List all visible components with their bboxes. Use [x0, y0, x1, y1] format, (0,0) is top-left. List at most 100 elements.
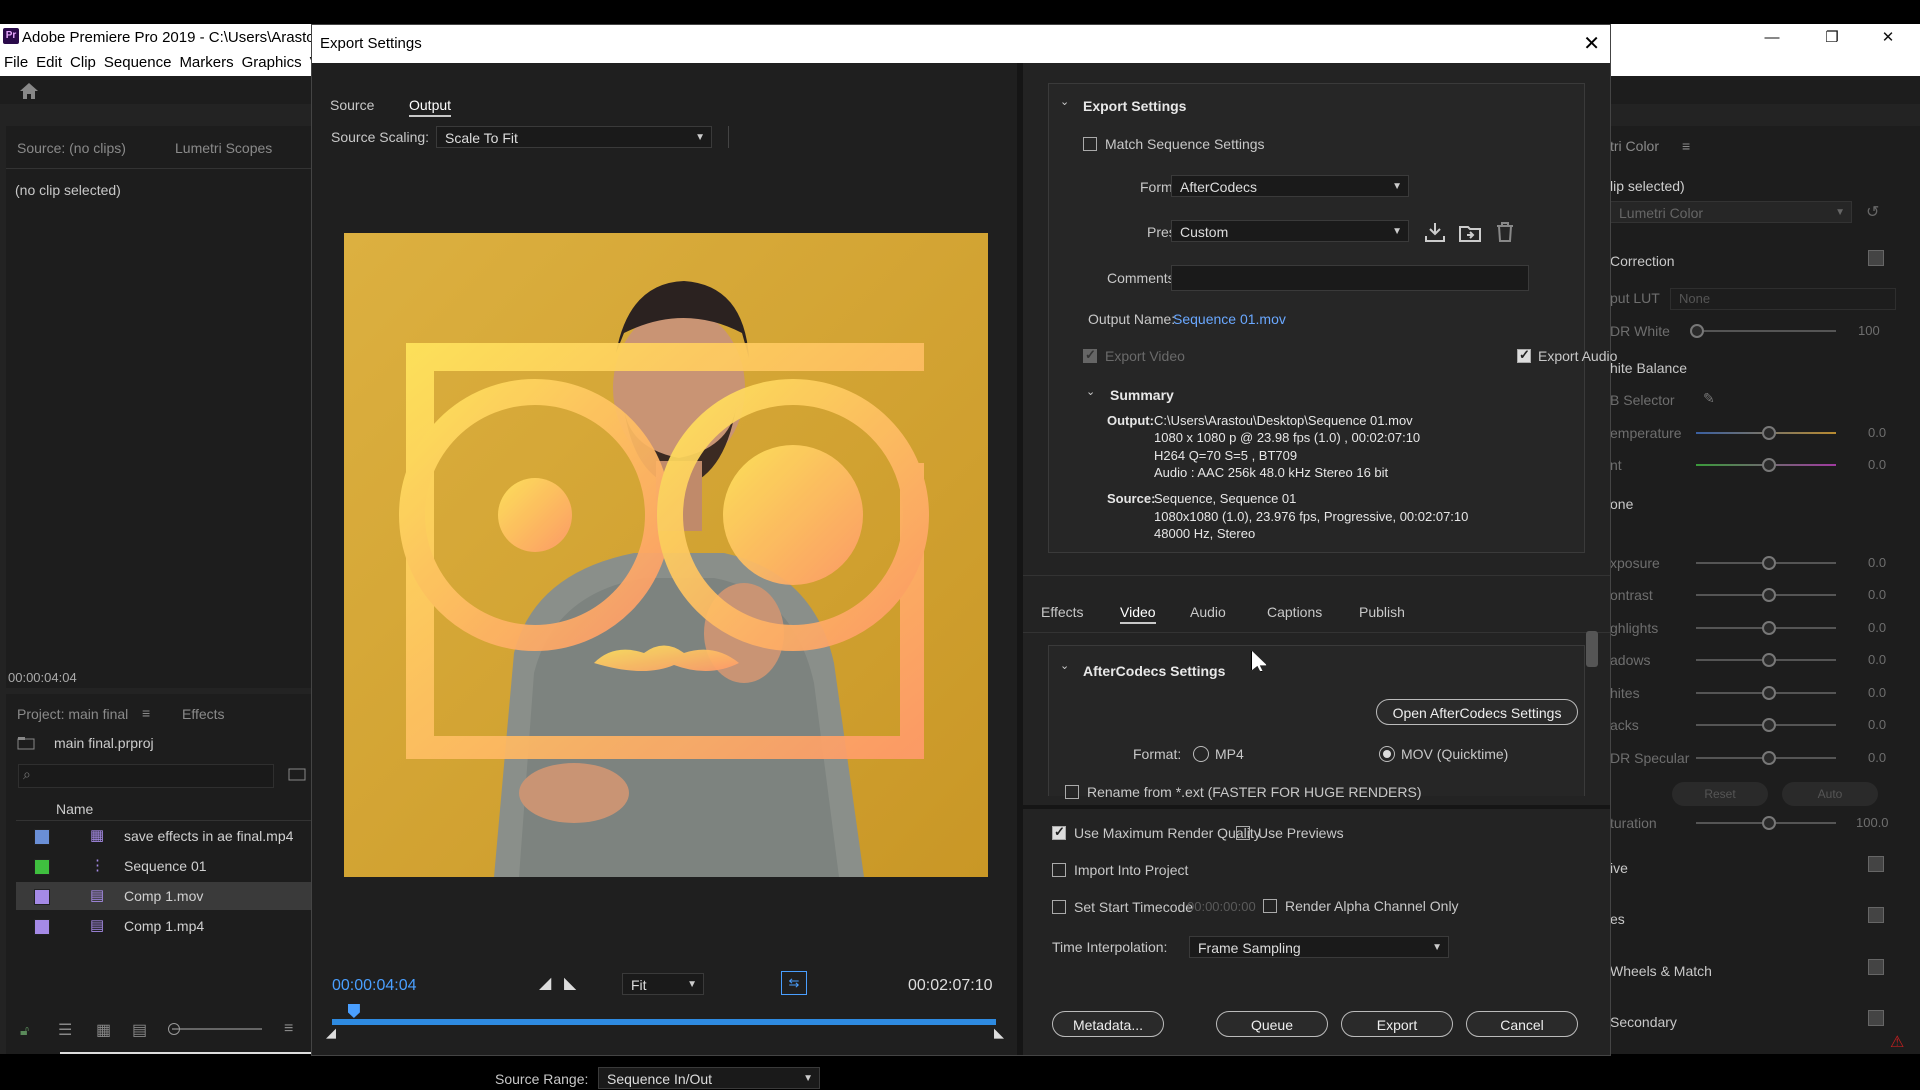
preset-dropdown[interactable]: Custom ▼ — [1171, 220, 1409, 242]
section-hsl-secondary[interactable]: Secondary — [1610, 1014, 1677, 1030]
warning-icon[interactable]: ⚠ — [1890, 1032, 1904, 1052]
reset-effect-icon[interactable]: ↺ — [1866, 202, 1879, 222]
tab-output[interactable]: Output — [409, 97, 452, 117]
label-color-swatch[interactable] — [34, 919, 50, 935]
lut-dropdown[interactable]: None — [1670, 288, 1896, 310]
cancel-button[interactable]: Cancel — [1466, 1011, 1578, 1037]
comments-input[interactable] — [1171, 265, 1529, 291]
label-color-swatch[interactable] — [34, 859, 50, 875]
use-previews-checkbox[interactable] — [1236, 826, 1250, 840]
set-in-point-icon[interactable]: ◢ — [539, 973, 551, 993]
time-scrubber[interactable] — [332, 1019, 996, 1025]
delete-preset-icon[interactable] — [1493, 221, 1517, 243]
slider-knob[interactable] — [1762, 751, 1776, 765]
time-interpolation-dropdown[interactable]: Frame Sampling ▼ — [1189, 936, 1449, 958]
slider-knob[interactable] — [1762, 816, 1776, 830]
lumetri-menu-icon[interactable]: ≡ — [1682, 138, 1690, 154]
mp4-radio[interactable] — [1193, 746, 1209, 762]
tab-captions[interactable]: Captions — [1267, 604, 1322, 620]
export-button[interactable]: Export — [1341, 1011, 1453, 1037]
export-audio-checkbox[interactable] — [1517, 347, 1531, 363]
table-row[interactable]: ⋮ Sequence 01 — [16, 852, 311, 880]
set-start-timecode-checkbox[interactable] — [1052, 900, 1066, 914]
table-row[interactable]: ▤ Comp 1.mp4 — [16, 912, 311, 940]
value-hdr-white[interactable]: 100 — [1858, 323, 1880, 338]
slider-hdr-white[interactable] — [1696, 330, 1836, 332]
queue-button[interactable]: Queue — [1216, 1011, 1328, 1037]
lumetri-effect-dropdown[interactable]: Lumetri Color ▼ — [1610, 201, 1852, 223]
table-row[interactable]: ▦ save effects in ae final.mp4 — [16, 822, 311, 850]
slider-knob[interactable] — [1762, 653, 1776, 667]
render-alpha-checkbox[interactable] — [1263, 899, 1277, 913]
menu-file[interactable]: File — [4, 52, 28, 74]
summary-header[interactable]: Summary — [1110, 387, 1174, 403]
label-color-swatch[interactable] — [34, 889, 50, 905]
project-search-input[interactable]: ⌕ — [18, 764, 274, 788]
slider-knob[interactable] — [1762, 686, 1776, 700]
minimize-button[interactable]: — — [1752, 26, 1792, 50]
section-color-wheels[interactable]: Wheels & Match — [1610, 963, 1712, 979]
section-curves[interactable]: es — [1610, 911, 1625, 927]
output-name-link[interactable]: Sequence 01.mov — [1173, 311, 1286, 327]
import-preset-icon[interactable] — [1458, 221, 1482, 243]
export-video-checkbox[interactable] — [1083, 347, 1097, 363]
source-scaling-dropdown[interactable]: Scale To Fit ▼ — [436, 126, 712, 148]
match-sequence-checkbox[interactable] — [1083, 137, 1097, 151]
column-name[interactable]: Name — [56, 801, 93, 817]
import-into-project-checkbox[interactable] — [1052, 863, 1066, 877]
slider-knob[interactable] — [1762, 621, 1776, 635]
tab-source[interactable]: Source: (no clips) — [17, 140, 126, 156]
chevron-down-icon[interactable]: ⌄ — [1086, 385, 1095, 398]
tab-lumetri-scopes[interactable]: Lumetri Scopes — [175, 140, 272, 156]
close-icon[interactable]: ✕ — [1583, 31, 1600, 56]
tab-audio[interactable]: Audio — [1190, 604, 1226, 620]
new-bin-icon[interactable] — [288, 767, 306, 781]
chevron-down-icon[interactable]: ⌄ — [1060, 95, 1069, 108]
tone-value[interactable]: 0.0 — [1868, 652, 1886, 667]
export-settings-header[interactable]: Export Settings — [1083, 98, 1186, 114]
lumetri-reset-button[interactable]: Reset — [1672, 782, 1768, 806]
icon-view-icon[interactable]: ▦ — [96, 1020, 111, 1040]
label-color-swatch[interactable] — [34, 829, 50, 845]
format-dropdown[interactable]: AfterCodecs ▼ — [1171, 175, 1409, 197]
section-basic-correction[interactable]: Correction — [1610, 253, 1675, 269]
tone-value[interactable]: 0.0 — [1868, 555, 1886, 570]
tab-effects[interactable]: Effects — [182, 706, 225, 722]
in-point-marker[interactable]: ◢ — [326, 1025, 336, 1041]
sort-icon[interactable]: ≡ — [284, 1020, 293, 1038]
tab-project[interactable]: Project: main final — [17, 706, 128, 722]
value-temperature[interactable]: 0.0 — [1868, 425, 1886, 440]
menu-sequence[interactable]: Sequence — [104, 52, 172, 74]
slider-knob[interactable] — [1762, 556, 1776, 570]
fit-dropdown[interactable]: Fit ▼ — [622, 973, 704, 995]
value-tint[interactable]: 0.0 — [1868, 457, 1886, 472]
current-timecode[interactable]: 00:00:04:04 — [332, 977, 417, 995]
tab-effects[interactable]: Effects — [1041, 604, 1084, 620]
zoom-slider[interactable] — [172, 1028, 262, 1030]
home-icon[interactable] — [18, 81, 40, 101]
section-creative[interactable]: ive — [1610, 860, 1628, 876]
menu-clip[interactable]: Clip — [70, 52, 96, 74]
playhead[interactable] — [347, 1004, 360, 1018]
slider-knob[interactable] — [1762, 426, 1776, 440]
table-row[interactable]: ▤ Comp 1.mov — [16, 882, 311, 910]
metadata-button[interactable]: Metadata... — [1052, 1011, 1164, 1037]
tab-publish[interactable]: Publish — [1359, 604, 1405, 620]
settings-scrollbar[interactable] — [1586, 631, 1598, 667]
lumetri-auto-button[interactable]: Auto — [1782, 782, 1878, 806]
section-enable-checkbox[interactable] — [1868, 1010, 1884, 1026]
chevron-down-icon[interactable]: ⌄ — [1060, 659, 1069, 672]
slider-knob[interactable] — [1762, 458, 1776, 472]
open-aftercodecs-button[interactable]: Open AfterCodecs Settings — [1376, 699, 1578, 725]
freeform-view-icon[interactable]: ▤ — [132, 1020, 147, 1040]
close-window-button[interactable]: ✕ — [1868, 26, 1908, 50]
max-render-quality-checkbox[interactable] — [1052, 824, 1066, 840]
tone-value[interactable]: 0.0 — [1868, 685, 1886, 700]
tone-value[interactable]: 0.0 — [1868, 717, 1886, 732]
section-enable-checkbox[interactable] — [1868, 959, 1884, 975]
menu-edit[interactable]: Edit — [36, 52, 62, 74]
zoom-slider-knob[interactable] — [168, 1023, 180, 1035]
tone-value[interactable]: 0.0 — [1868, 750, 1886, 765]
aftercodecs-header[interactable]: AfterCodecs Settings — [1083, 663, 1225, 679]
save-preset-icon[interactable] — [1423, 221, 1447, 243]
